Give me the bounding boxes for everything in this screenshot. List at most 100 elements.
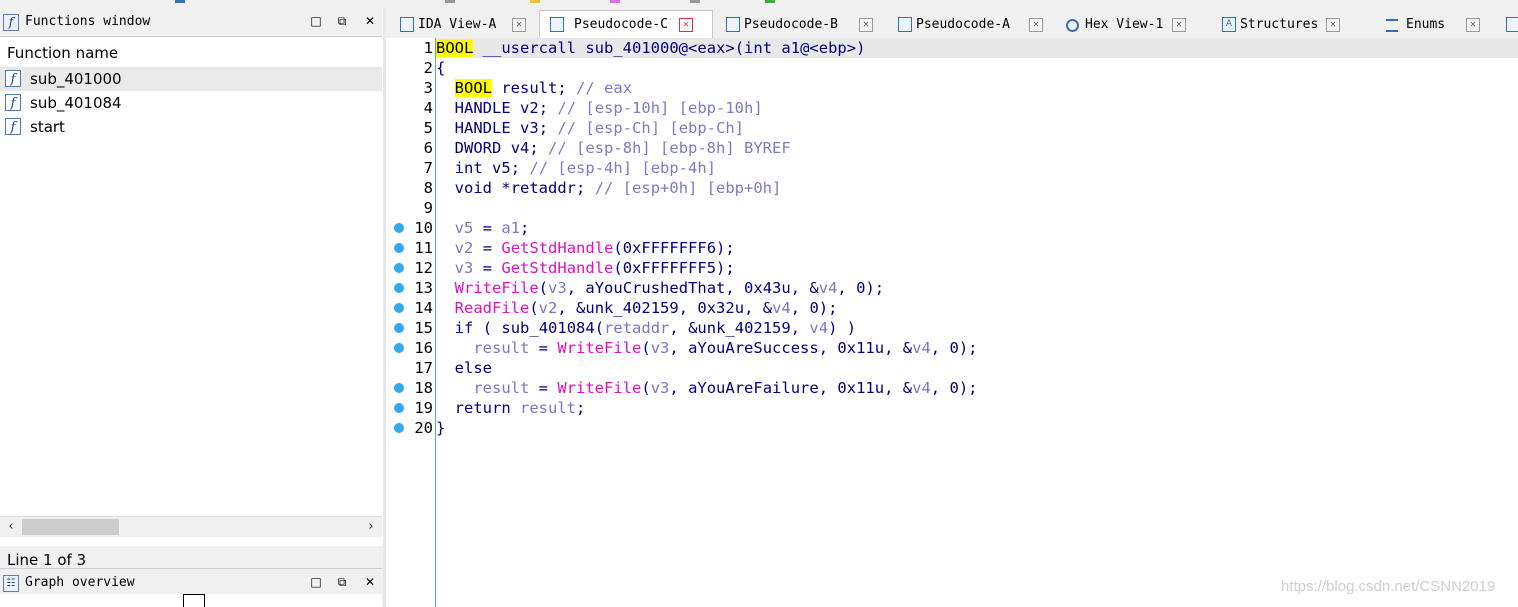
code-line[interactable]: 8 void *retaddr; // [esp+0h] [ebp+0h] <box>386 178 1518 198</box>
scroll-right-icon[interactable]: › <box>362 518 380 536</box>
code-line[interactable]: 3 BOOL result; // eax <box>386 78 1518 98</box>
code-line[interactable]: 10 v5 = a1; <box>386 218 1518 238</box>
graph-icon: ☷ <box>3 575 19 592</box>
code-line[interactable]: 6 DWORD v4; // [esp-8h] [ebp-8h] BYREF <box>386 138 1518 158</box>
float-button[interactable]: ⧉ <box>333 573 351 591</box>
code-line[interactable]: 19 return result; <box>386 398 1518 418</box>
code-text: return result; <box>454 399 586 417</box>
code-line[interactable]: 4 HANDLE v2; // [esp-10h] [ebp-10h] <box>386 98 1518 118</box>
code-text: v2 = GetStdHandle(0xFFFFFFF6); <box>454 239 735 257</box>
code-line[interactable]: 20} <box>386 418 1518 438</box>
line-number: 1 <box>423 39 433 57</box>
code-line[interactable]: 11 v2 = GetStdHandle(0xFFFFFFF6); <box>386 238 1518 258</box>
toolbar-icon-fragment <box>175 0 185 3</box>
code-text: } <box>436 419 446 437</box>
tab-pseudocode-b[interactable]: Pseudocode-B ✕ <box>714 11 879 38</box>
scroll-left-icon[interactable]: ‹ <box>2 518 20 536</box>
code-line[interactable]: 12 v3 = GetStdHandle(0xFFFFFFF5); <box>386 258 1518 278</box>
line-number: 6 <box>423 139 433 157</box>
float-button[interactable]: ⧉ <box>333 12 351 30</box>
pseudocode-view[interactable]: 1 BOOL __usercall sub_401000@<eax>(int a1… <box>386 38 1518 607</box>
line-number: 18 <box>414 379 433 397</box>
line-number: 2 <box>423 59 433 77</box>
code-text: result = WriteFile(v3, aYouAreFailure, 0… <box>473 379 978 397</box>
tab-label: Pseudocode-B <box>744 17 838 32</box>
close-button[interactable]: ✕ <box>361 573 379 591</box>
horizontal-scrollbar[interactable]: ‹ › <box>0 516 382 537</box>
code-text: if ( sub_401084(retaddr, &unk_402159, v4… <box>454 319 857 337</box>
pseudocode-icon <box>550 17 564 32</box>
close-button[interactable]: ✕ <box>361 12 379 30</box>
code-line[interactable]: 5 HANDLE v3; // [esp-Ch] [ebp-Ch] <box>386 118 1518 138</box>
line-number: 9 <box>423 199 433 217</box>
watermark: https://blog.csdn.net/CSNN2019 <box>1281 578 1496 595</box>
line-number: 7 <box>423 159 433 177</box>
function-name: sub_401000 <box>30 70 122 88</box>
tab-structures[interactable]: A Structures ✕ <box>1212 11 1362 38</box>
toolbar-icon-fragment <box>690 0 700 3</box>
code-line[interactable]: 18 result = WriteFile(v3, aYouAreFailure… <box>386 378 1518 398</box>
toolbar-icon-fragment <box>445 0 455 3</box>
code-line[interactable]: 16 result = WriteFile(v3, aYouAreSuccess… <box>386 338 1518 358</box>
code-text: void *retaddr; // [esp+0h] [ebp+0h] <box>454 179 782 197</box>
function-row[interactable]: f sub_401000 <box>0 67 382 91</box>
line-number: 4 <box>423 99 433 117</box>
code-line[interactable]: 9 <box>386 198 1518 218</box>
toolbar-icon-fragment <box>610 0 620 3</box>
code-text: int v5; // [esp-4h] [ebp-4h] <box>454 159 717 177</box>
close-icon[interactable]: ✕ <box>1466 18 1480 32</box>
tab-bar: IDA View-A ✕ Pseudocode-C ✕ Pseudocode-B… <box>386 8 1518 40</box>
code-line[interactable]: 13 WriteFile(v3, aYouCrushedThat, 0x43u,… <box>386 278 1518 298</box>
tab-label: Enums <box>1406 17 1446 32</box>
line-number: 19 <box>414 399 433 417</box>
code-text: { <box>436 59 446 77</box>
line-number: 3 <box>423 79 433 97</box>
functions-window-titlebar[interactable]: f Functions window □ ⧉ ✕ <box>0 8 382 37</box>
function-row[interactable]: f sub_401084 <box>0 91 382 115</box>
close-icon[interactable]: ✕ <box>1172 18 1186 32</box>
close-icon[interactable]: ✕ <box>1326 18 1340 32</box>
restore-button[interactable]: □ <box>307 573 325 591</box>
line-number: 14 <box>414 299 433 317</box>
tab-overflow[interactable] <box>1506 11 1518 38</box>
close-icon[interactable]: ✕ <box>859 18 873 32</box>
code-text: DWORD v4; // [esp-8h] [ebp-8h] BYREF <box>454 139 791 157</box>
hex-view-icon <box>1066 19 1079 32</box>
code-line[interactable]: 15 if ( sub_401084(retaddr, &unk_402159,… <box>386 318 1518 338</box>
tab-label: IDA View-A <box>418 17 497 32</box>
column-header-function-name[interactable]: Function name <box>0 42 387 64</box>
code-line[interactable]: 7 int v5; // [esp-4h] [ebp-4h] <box>386 158 1518 178</box>
tab-enums[interactable]: Enums ✕ <box>1376 11 1486 38</box>
close-icon[interactable]: ✕ <box>679 18 693 32</box>
code-text: BOOL __usercall sub_401000@<eax>(int a1@… <box>436 39 866 57</box>
graph-overview-title: Graph overview <box>25 575 135 590</box>
pseudocode-icon <box>898 17 912 32</box>
tab-label: Hex View-1 <box>1085 17 1164 32</box>
tab-label: Pseudocode-A <box>916 17 1010 32</box>
code-line[interactable]: 17 else <box>386 358 1518 378</box>
function-icon: f <box>5 94 21 111</box>
enums-icon <box>1386 19 1398 32</box>
code-text: v5 = a1; <box>454 219 530 237</box>
code-line[interactable]: 14 ReadFile(v2, &unk_402159, 0x32u, &v4,… <box>386 298 1518 318</box>
toolbar-icon-fragment <box>530 0 540 3</box>
close-icon[interactable]: ✕ <box>1029 18 1043 32</box>
graph-overview-canvas[interactable] <box>0 594 382 607</box>
tab-label: Structures <box>1240 17 1319 32</box>
restore-button[interactable]: □ <box>307 12 325 30</box>
pseudocode-icon <box>726 17 740 32</box>
structures-icon: A <box>1222 17 1236 32</box>
tab-hex-view-1[interactable]: Hex View-1 ✕ <box>1056 11 1206 38</box>
function-row[interactable]: f start <box>0 115 382 139</box>
scrollbar-thumb[interactable] <box>22 519 119 535</box>
line-number: 17 <box>414 359 433 377</box>
tab-pseudocode-c[interactable]: Pseudocode-C ✕ <box>539 10 713 40</box>
code-line[interactable]: 2{ <box>386 58 1518 78</box>
tab-pseudocode-a[interactable]: Pseudocode-A ✕ <box>886 11 1051 38</box>
code-line[interactable]: 1 BOOL __usercall sub_401000@<eax>(int a1… <box>386 38 1518 58</box>
graph-viewport-box[interactable] <box>183 594 205 607</box>
close-icon[interactable]: ✕ <box>512 18 526 32</box>
tab-label: Pseudocode-C <box>574 17 668 32</box>
tab-ida-view-a[interactable]: IDA View-A ✕ <box>390 11 538 38</box>
code-text: BOOL result; // eax <box>454 79 633 97</box>
